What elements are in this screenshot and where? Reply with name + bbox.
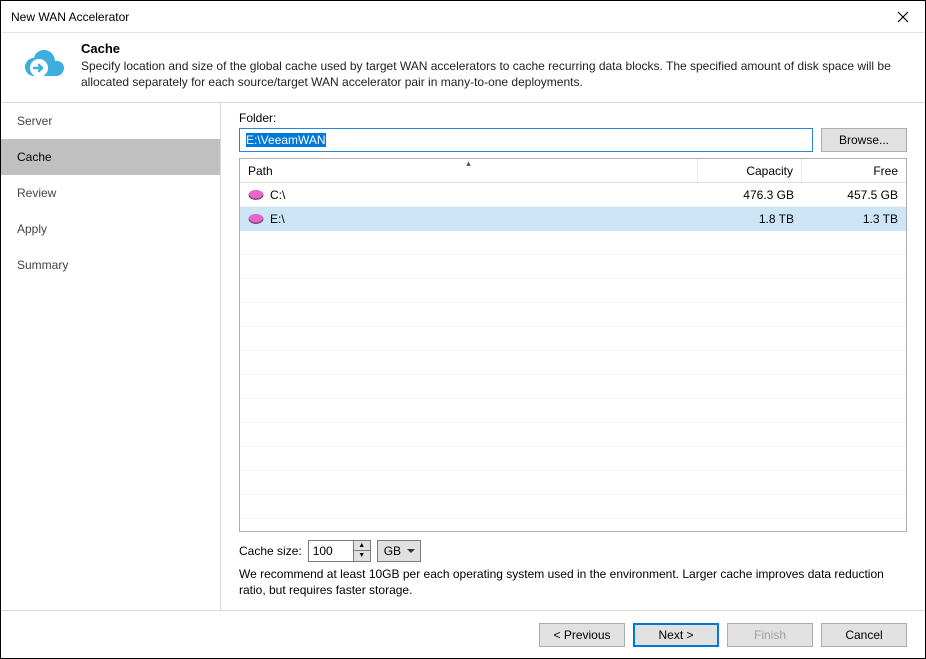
cache-unit-select[interactable]: GB bbox=[377, 540, 421, 562]
folder-input[interactable] bbox=[239, 128, 813, 152]
cache-size-spinner: ▲ ▼ bbox=[308, 540, 371, 562]
disk-table: Path ▴ Capacity Free C:\ 476. bbox=[239, 158, 907, 531]
browse-button[interactable]: Browse... bbox=[821, 128, 907, 152]
spinner-buttons: ▲ ▼ bbox=[353, 541, 370, 561]
cache-size-label: Cache size: bbox=[239, 544, 302, 558]
column-path[interactable]: Path ▴ bbox=[240, 159, 698, 182]
disk-icon bbox=[248, 213, 264, 225]
nav-item-summary[interactable]: Summary bbox=[1, 247, 220, 283]
cell-path: C:\ bbox=[270, 188, 285, 202]
wizard-nav: Server Cache Review Apply Summary bbox=[1, 103, 221, 610]
disk-icon bbox=[248, 189, 264, 201]
wizard-header: Cache Specify location and size of the g… bbox=[1, 33, 925, 103]
cache-size-input[interactable] bbox=[309, 541, 353, 561]
window-title: New WAN Accelerator bbox=[11, 10, 129, 24]
nav-item-apply[interactable]: Apply bbox=[1, 211, 220, 247]
spinner-down[interactable]: ▼ bbox=[354, 551, 370, 561]
cancel-button[interactable]: Cancel bbox=[821, 623, 907, 647]
previous-button[interactable]: < Previous bbox=[539, 623, 625, 647]
column-free[interactable]: Free bbox=[802, 159, 906, 182]
cell-path: E:\ bbox=[270, 212, 285, 226]
table-row[interactable]: C:\ 476.3 GB 457.5 GB bbox=[240, 183, 906, 207]
nav-item-server[interactable]: Server bbox=[1, 103, 220, 139]
wizard-footer: < Previous Next > Finish Cancel bbox=[1, 610, 925, 658]
finish-button[interactable]: Finish bbox=[727, 623, 813, 647]
cell-capacity: 1.8 TB bbox=[698, 212, 802, 226]
unit-select-wrap: GB bbox=[377, 540, 421, 562]
nav-item-review[interactable]: Review bbox=[1, 175, 220, 211]
cache-size-hint: We recommend at least 10GB per each oper… bbox=[239, 566, 907, 598]
next-button[interactable]: Next > bbox=[633, 623, 719, 647]
spinner-up[interactable]: ▲ bbox=[354, 541, 370, 551]
cell-free: 1.3 TB bbox=[802, 212, 906, 226]
nav-item-cache[interactable]: Cache bbox=[1, 139, 220, 175]
dialog-window: New WAN Accelerator Cache Specify locati… bbox=[0, 0, 926, 659]
cache-size-row: Cache size: ▲ ▼ GB bbox=[239, 540, 907, 562]
page-description: Specify location and size of the global … bbox=[81, 58, 911, 90]
cell-free: 457.5 GB bbox=[802, 188, 906, 202]
main-panel: Folder: Browse... Path ▴ Capacity Free bbox=[221, 103, 925, 610]
page-title: Cache bbox=[81, 41, 911, 56]
table-header: Path ▴ Capacity Free bbox=[240, 159, 906, 183]
table-body[interactable]: C:\ 476.3 GB 457.5 GB E:\ 1.8 TB bbox=[240, 183, 906, 530]
close-button[interactable] bbox=[881, 1, 925, 33]
column-capacity[interactable]: Capacity bbox=[698, 159, 802, 182]
close-icon bbox=[897, 11, 909, 23]
table-row[interactable]: E:\ 1.8 TB 1.3 TB bbox=[240, 207, 906, 231]
header-text: Cache Specify location and size of the g… bbox=[81, 41, 911, 90]
wizard-body: Server Cache Review Apply Summary Folder… bbox=[1, 103, 925, 610]
sort-indicator-icon: ▴ bbox=[466, 158, 471, 169]
cell-capacity: 476.3 GB bbox=[698, 188, 802, 202]
folder-label: Folder: bbox=[239, 111, 907, 125]
cloud-arrow-icon bbox=[19, 41, 67, 89]
title-bar: New WAN Accelerator bbox=[1, 1, 925, 33]
folder-row: Browse... bbox=[239, 128, 907, 152]
